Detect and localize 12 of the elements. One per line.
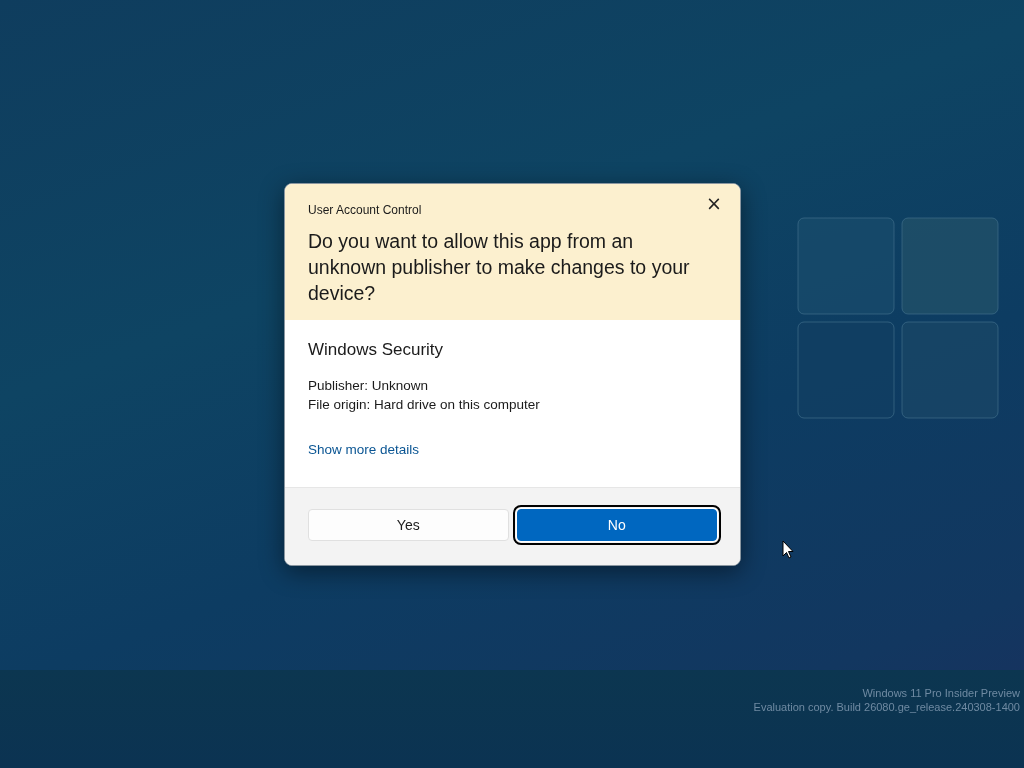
- detail-line: File origin: Hard drive on this computer: [308, 396, 541, 414]
- mouse-pointer-icon: [782, 540, 794, 559]
- app-name: Windows Security: [308, 340, 445, 360]
- show-details-link[interactable]: Show more details: [308, 442, 420, 457]
- windows-logo-icon: [797, 217, 999, 419]
- dialog-title: User Account Control: [308, 203, 422, 217]
- dialog-question: Do you want to allow this app from an unknown publisher to make changes to your device?: [308, 229, 691, 306]
- edition-notice: Evaluation copy. Build 26080.ge_release.240308-1400: [753, 700, 1020, 714]
- detail-line: Publisher: Unknown: [308, 377, 430, 395]
- secondary-button[interactable]: Yes: [308, 509, 509, 541]
- close-button[interactable]: ×: [704, 194, 724, 212]
- edition-notice: Windows 11 Pro Insider Preview: [862, 686, 1020, 700]
